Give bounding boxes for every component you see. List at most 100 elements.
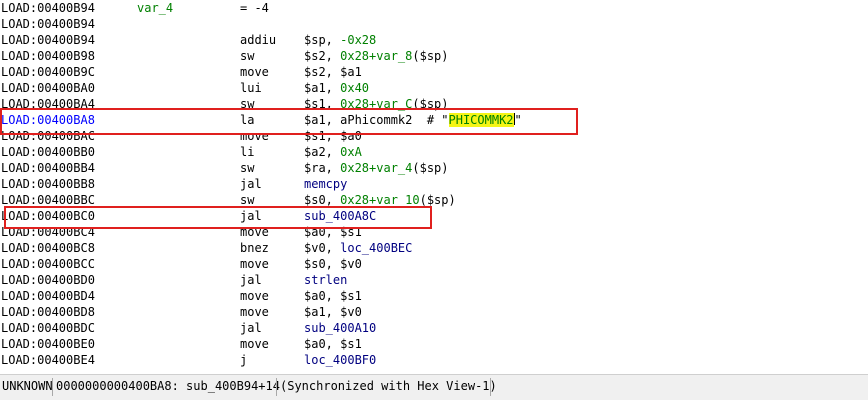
- address-label[interactable]: LOAD:00400BDC: [1, 320, 95, 336]
- listing-row[interactable]: LOAD:00400BE0 move $a0, $s1: [0, 336, 868, 352]
- address-label[interactable]: LOAD:00400B94: [1, 32, 95, 48]
- address-label[interactable]: LOAD:00400BD8: [1, 304, 95, 320]
- mnemonic[interactable]: bnez: [240, 240, 269, 256]
- mnemonic[interactable]: move: [240, 336, 269, 352]
- operands[interactable]: $s0, 0x28+var_10($sp): [304, 192, 456, 208]
- operands[interactable]: $s2, $a1: [304, 64, 362, 80]
- address-label[interactable]: LOAD:00400BD0: [1, 272, 95, 288]
- operands[interactable]: $v0, loc_400BEC: [304, 240, 412, 256]
- mnemonic[interactable]: la: [240, 112, 254, 128]
- address-label[interactable]: LOAD:00400B9C: [1, 64, 95, 80]
- operands[interactable]: $a0, $s1: [304, 336, 362, 352]
- symbol-ref[interactable]: memcpy: [304, 177, 347, 191]
- operands[interactable]: memcpy: [304, 176, 347, 192]
- address-label[interactable]: LOAD:00400BE0: [1, 336, 95, 352]
- symbol-ref[interactable]: sub_400A10: [304, 321, 376, 335]
- stack-var-value[interactable]: = -4: [240, 0, 269, 16]
- listing-row[interactable]: LOAD:00400B94 var_4 = -4: [0, 0, 868, 16]
- address-label[interactable]: LOAD:00400BE4: [1, 352, 95, 368]
- address-label[interactable]: LOAD:00400BC8: [1, 240, 95, 256]
- disassembly-listing[interactable]: LOAD:00400B94 var_4 = -4 LOAD:00400B94 LOAD:…: [0, 0, 868, 373]
- mnemonic[interactable]: jal: [240, 176, 262, 192]
- address-label[interactable]: LOAD:00400BA0: [1, 80, 95, 96]
- address-label[interactable]: LOAD:00400B94: [1, 16, 95, 32]
- mnemonic[interactable]: li: [240, 144, 254, 160]
- operands[interactable]: $a0, $s1: [304, 288, 362, 304]
- operands[interactable]: $sp, -0x28: [304, 32, 376, 48]
- mnemonic[interactable]: sw: [240, 160, 254, 176]
- address-label[interactable]: LOAD:00400BCC: [1, 256, 95, 272]
- address-label[interactable]: LOAD:00400BA8: [1, 112, 95, 128]
- address-label[interactable]: LOAD:00400BB8: [1, 176, 95, 192]
- mnemonic[interactable]: j: [240, 352, 247, 368]
- listing-row[interactable]: LOAD:00400B9C move $s2, $a1: [0, 64, 868, 80]
- mnemonic[interactable]: move: [240, 304, 269, 320]
- address-label[interactable]: LOAD:00400BC4: [1, 224, 95, 240]
- operands[interactable]: loc_400BF0: [304, 352, 376, 368]
- listing-row[interactable]: LOAD:00400BCC move $s0, $v0: [0, 256, 868, 272]
- listing-row[interactable]: LOAD:00400BC4 move $a0, $s1: [0, 224, 868, 240]
- symbol-ref[interactable]: loc_400BEC: [340, 241, 412, 255]
- operands[interactable]: sub_400A10: [304, 320, 376, 336]
- numeric-operand: 0x28+var_4: [340, 161, 413, 175]
- listing-row[interactable]: LOAD:00400BDC jal sub_400A10: [0, 320, 868, 336]
- listing-row[interactable]: LOAD:00400BD8 move $a1, $v0: [0, 304, 868, 320]
- address-label[interactable]: LOAD:00400BB4: [1, 160, 95, 176]
- address-label[interactable]: LOAD:00400BD4: [1, 288, 95, 304]
- listing-row[interactable]: LOAD:00400BBC sw $s0, 0x28+var_10($sp): [0, 192, 868, 208]
- operands[interactable]: $a1, $v0: [304, 304, 362, 320]
- listing-row[interactable]: LOAD:00400BC0 jal sub_400A8C: [0, 208, 868, 224]
- mnemonic[interactable]: jal: [240, 272, 262, 288]
- address-label[interactable]: LOAD:00400BBC: [1, 192, 95, 208]
- address-label[interactable]: LOAD:00400B98: [1, 48, 95, 64]
- address-label[interactable]: LOAD:00400BB0: [1, 144, 95, 160]
- mnemonic[interactable]: move: [240, 64, 269, 80]
- listing-row[interactable]: LOAD:00400BA0 lui $a1, 0x40: [0, 80, 868, 96]
- symbol-ref[interactable]: loc_400BF0: [304, 353, 376, 367]
- operands[interactable]: $a0, $s1: [304, 224, 362, 240]
- mnemonic[interactable]: jal: [240, 208, 262, 224]
- listing-row[interactable]: LOAD:00400BB8 jal memcpy: [0, 176, 868, 192]
- operands[interactable]: $s2, 0x28+var_8($sp): [304, 48, 449, 64]
- operands[interactable]: $s1, 0x28+var_C($sp): [304, 96, 449, 112]
- operands[interactable]: $ra, 0x28+var_4($sp): [304, 160, 449, 176]
- listing-row[interactable]: LOAD:00400BC8 bnez $v0, loc_400BEC: [0, 240, 868, 256]
- mnemonic[interactable]: sw: [240, 96, 254, 112]
- listing-row[interactable]: LOAD:00400BB0 li $a2, 0xA: [0, 144, 868, 160]
- operands[interactable]: $a1, aPhicommk2 # "PHICOMMK2": [304, 112, 522, 128]
- mnemonic[interactable]: move: [240, 224, 269, 240]
- listing-row[interactable]: LOAD:00400BB4 sw $ra, 0x28+var_4($sp): [0, 160, 868, 176]
- mnemonic[interactable]: move: [240, 128, 269, 144]
- address-label[interactable]: LOAD:00400B94: [1, 0, 95, 16]
- operand-text: ($sp): [412, 161, 449, 175]
- operands[interactable]: $a2, 0xA: [304, 144, 362, 160]
- address-label[interactable]: LOAD:00400BA4: [1, 96, 95, 112]
- address-label[interactable]: LOAD:00400BC0: [1, 208, 95, 224]
- mnemonic[interactable]: lui: [240, 80, 262, 96]
- operands[interactable]: $s0, $v0: [304, 256, 362, 272]
- operands[interactable]: $s1, $a0: [304, 128, 362, 144]
- listing-row[interactable]: LOAD:00400BAC move $s1, $a0: [0, 128, 868, 144]
- stack-var-name[interactable]: var_4: [137, 0, 173, 16]
- mnemonic[interactable]: sw: [240, 192, 254, 208]
- mnemonic[interactable]: sw: [240, 48, 254, 64]
- listing-row[interactable]: LOAD:00400BA8 la $a1, aPhicommk2 # "PHICOM…: [0, 112, 868, 128]
- operands[interactable]: strlen: [304, 272, 347, 288]
- operands[interactable]: $a1, 0x40: [304, 80, 369, 96]
- listing-row[interactable]: LOAD:00400B94: [0, 16, 868, 32]
- address-label[interactable]: LOAD:00400BAC: [1, 128, 95, 144]
- mnemonic[interactable]: move: [240, 288, 269, 304]
- listing-row[interactable]: LOAD:00400B98 sw $s2, 0x28+var_8($sp): [0, 48, 868, 64]
- operand-text: $a1, $v0: [304, 305, 362, 319]
- listing-row[interactable]: LOAD:00400BD0 jal strlen: [0, 272, 868, 288]
- symbol-ref[interactable]: sub_400A8C: [304, 209, 376, 223]
- symbol-ref[interactable]: strlen: [304, 273, 347, 287]
- operands[interactable]: sub_400A8C: [304, 208, 376, 224]
- mnemonic[interactable]: jal: [240, 320, 262, 336]
- mnemonic[interactable]: addiu: [240, 32, 276, 48]
- listing-row[interactable]: LOAD:00400BA4 sw $s1, 0x28+var_C($sp): [0, 96, 868, 112]
- listing-row[interactable]: LOAD:00400BD4 move $a0, $s1: [0, 288, 868, 304]
- listing-row[interactable]: LOAD:00400B94 addiu $sp, -0x28: [0, 32, 868, 48]
- listing-row[interactable]: LOAD:00400BE4 j loc_400BF0: [0, 352, 868, 368]
- mnemonic[interactable]: move: [240, 256, 269, 272]
